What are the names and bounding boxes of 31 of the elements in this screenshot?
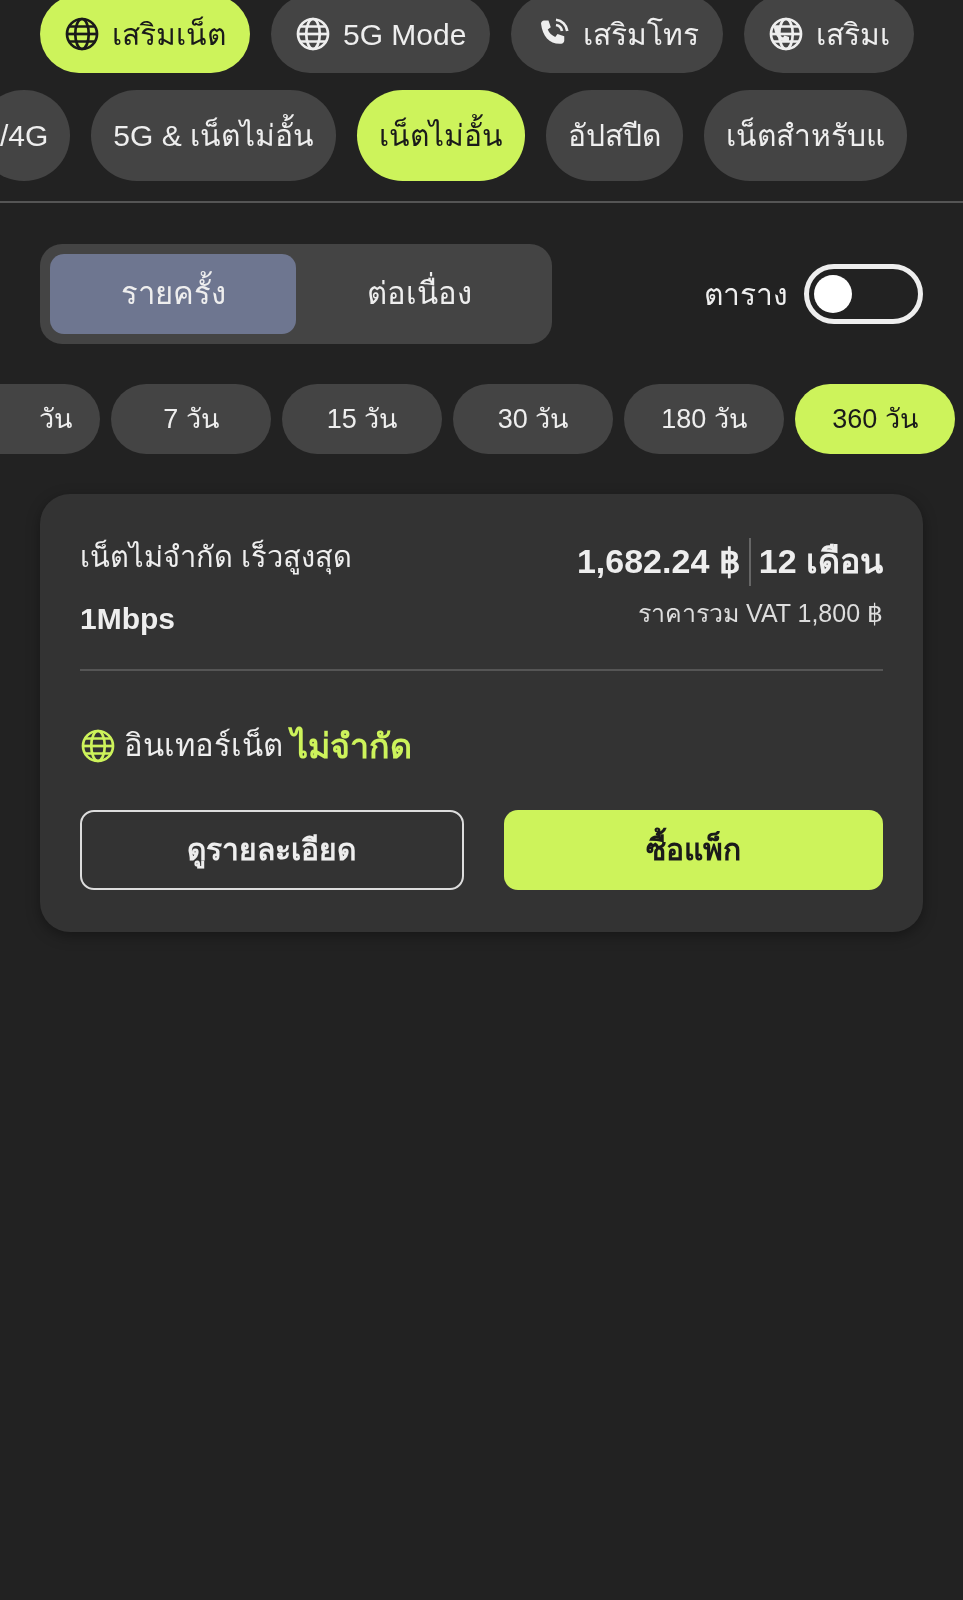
globe-icon <box>64 16 100 52</box>
globe-icon <box>80 728 116 764</box>
globe-phone-icon <box>768 16 805 52</box>
billing-tab[interactable]: รายครั้ง <box>50 254 296 334</box>
package-title: เน็ตไม่จำกัด เร็วสูงสุด <box>80 538 353 577</box>
plan-type-chip[interactable]: /4G <box>0 90 71 181</box>
toggle-switch[interactable] <box>804 264 923 324</box>
duration-chip[interactable]: 15 วัน <box>282 384 442 454</box>
globe-icon <box>295 16 331 52</box>
details-button[interactable]: ดูรายละเอียด <box>80 809 464 890</box>
category-chip[interactable]: 5G Mode <box>271 0 491 73</box>
duration-chip[interactable]: วัน <box>0 384 100 454</box>
plan-type-chip[interactable]: เน็ตไม่อั้น <box>357 90 526 181</box>
category-chip[interactable]: เสริมเน็ต <box>40 0 250 73</box>
plan-type-chip[interactable]: อัปสปีด <box>546 90 684 181</box>
speed-text: 1Mbps <box>80 600 176 637</box>
plan-type-chip[interactable]: เน็ตสำหรับแ <box>704 90 908 181</box>
category-chip[interactable]: เสริมเ <box>744 0 915 73</box>
duration-text: 12 เดือน <box>758 541 883 582</box>
buy-button[interactable]: ซื้อแพ็ก <box>503 809 883 890</box>
price-text: 1,682.24 ฿ <box>576 541 741 582</box>
duration-chip[interactable]: 180 วัน <box>624 384 784 454</box>
vat-price-text: ราคารวม VAT 1,800 ฿ <box>638 598 883 629</box>
duration-chip[interactable]: 7 วัน <box>111 384 271 454</box>
feature-label: อินเทอร์เน็ต <box>124 726 283 765</box>
plan-type-chip[interactable]: 5G & เน็ตไม่อั้น <box>91 90 337 181</box>
billing-tab[interactable]: ต่อเนื่อง <box>296 254 542 334</box>
category-chip[interactable]: เสริมโทร <box>511 0 724 73</box>
duration-chip[interactable]: 360 วัน <box>795 384 955 454</box>
toggle-label: ตาราง <box>704 276 788 313</box>
duration-chip[interactable]: 30 วัน <box>453 384 613 454</box>
